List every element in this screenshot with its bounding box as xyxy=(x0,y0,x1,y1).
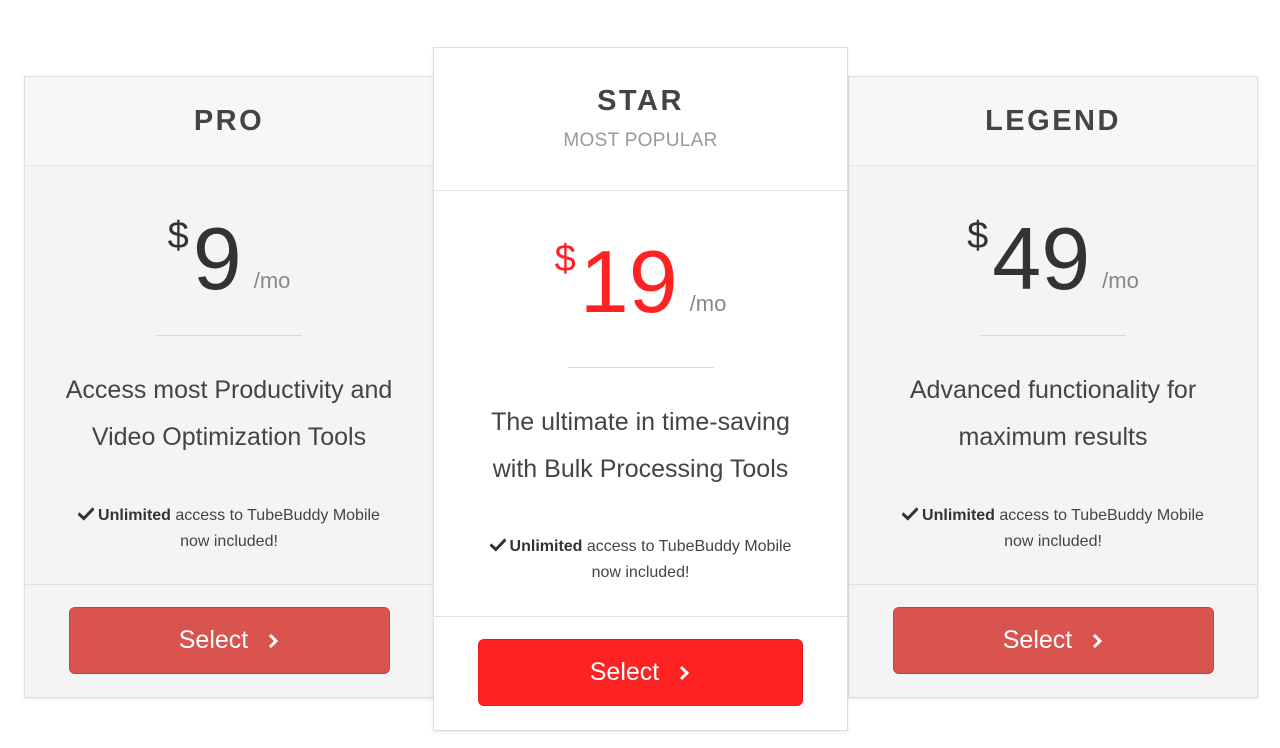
plan-card-legend: LEGEND $49/mo Advanced functionality for… xyxy=(848,76,1258,698)
checkmark-icon xyxy=(902,507,919,521)
select-pro-button[interactable]: Select xyxy=(69,607,390,674)
plan-header: LEGEND xyxy=(849,77,1257,166)
divider xyxy=(980,335,1126,336)
plan-card-pro: PRO $9/mo Access most Productivity and V… xyxy=(24,76,434,698)
plan-feature: Unlimited access to TubeBuddy Mobile now… xyxy=(869,503,1237,555)
price-currency: $ xyxy=(967,215,989,257)
feature-text: access to TubeBuddy Mobile xyxy=(170,507,380,524)
plan-name: STAR xyxy=(597,85,684,117)
select-label: Select xyxy=(589,658,660,686)
tagline-line: Access most Productivity and xyxy=(65,376,393,404)
price-currency: $ xyxy=(167,215,189,257)
plan-price: $19/mo xyxy=(434,238,847,326)
feature-line: now included! xyxy=(1004,533,1102,550)
plan-footer: Select xyxy=(849,584,1257,697)
plan-tagline: The ultimate in time-saving with Bulk Pr… xyxy=(454,399,827,493)
feature-bold: Unlimited xyxy=(922,507,995,524)
tagline-line: Video Optimization Tools xyxy=(91,423,367,451)
feature-bold: Unlimited xyxy=(509,538,583,555)
price-amount: 49 xyxy=(992,209,1091,308)
plan-header: STAR MOST POPULAR xyxy=(434,48,847,191)
plan-price: $49/mo xyxy=(849,215,1257,303)
select-label: Select xyxy=(1002,626,1073,654)
plan-name: LEGEND xyxy=(985,105,1121,137)
plan-card-star: STAR MOST POPULAR $19/mo The ultimate in… xyxy=(433,47,848,731)
plan-tagline: Advanced functionality for maximum resul… xyxy=(869,367,1237,461)
select-legend-button[interactable]: Select xyxy=(893,607,1214,674)
feature-text: access to TubeBuddy Mobile xyxy=(994,507,1204,524)
plan-feature: Unlimited access to TubeBuddy Mobile now… xyxy=(454,534,827,586)
plan-header: PRO xyxy=(25,77,433,166)
price-currency: $ xyxy=(554,238,576,280)
pricing-table: PRO $9/mo Access most Productivity and V… xyxy=(0,0,1280,748)
tagline-line: Advanced functionality for xyxy=(909,376,1197,404)
plan-name: PRO xyxy=(193,105,265,137)
plan-tagline: Access most Productivity and Video Optim… xyxy=(45,367,413,461)
select-label: Select xyxy=(178,626,249,654)
tagline-line: maximum results xyxy=(958,423,1148,451)
tagline-line: with Bulk Processing Tools xyxy=(492,455,789,483)
feature-bold: Unlimited xyxy=(98,507,171,524)
plan-footer: Select xyxy=(25,584,433,697)
checkmark-icon xyxy=(489,538,506,552)
chevron-right-icon xyxy=(269,633,279,648)
price-unit: /mo xyxy=(253,268,291,293)
feature-text: access to TubeBuddy Mobile xyxy=(582,538,792,555)
feature-line: now included! xyxy=(180,533,278,550)
price-amount: 9 xyxy=(192,209,242,308)
most-popular-badge: MOST POPULAR xyxy=(563,130,718,151)
price-unit: /mo xyxy=(1102,268,1139,293)
divider xyxy=(567,367,714,368)
chevron-right-icon xyxy=(1093,633,1103,648)
checkmark-icon xyxy=(78,507,95,521)
divider xyxy=(156,335,302,336)
feature-line: now included! xyxy=(591,564,690,581)
price-unit: /mo xyxy=(689,291,727,316)
plan-feature: Unlimited access to TubeBuddy Mobile now… xyxy=(45,503,413,555)
tagline-line: The ultimate in time-saving xyxy=(491,408,790,436)
plan-price: $9/mo xyxy=(25,215,433,303)
chevron-right-icon xyxy=(680,665,690,680)
select-star-button[interactable]: Select xyxy=(478,639,803,706)
price-amount: 19 xyxy=(579,232,678,331)
plan-footer: Select xyxy=(434,616,847,730)
